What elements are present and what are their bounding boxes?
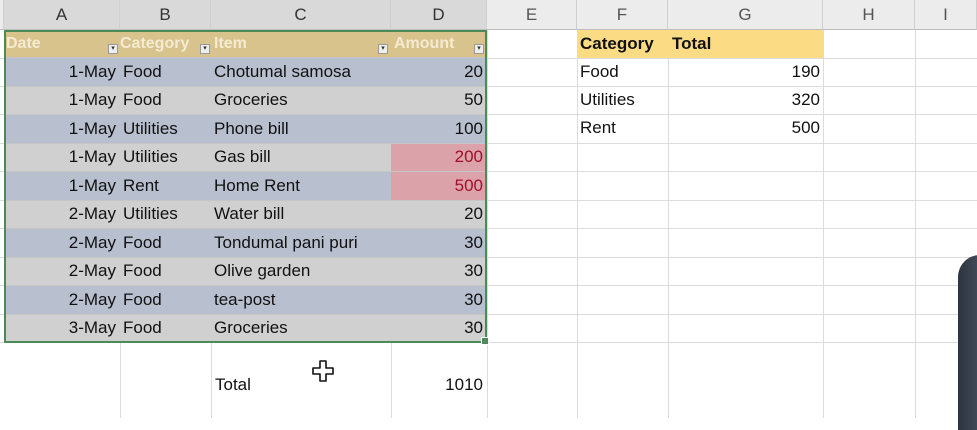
column-header-g[interactable]: G — [668, 0, 823, 30]
table-row: 1-May Rent Home Rent 500 — [4, 172, 487, 201]
cell-item[interactable]: Groceries — [211, 315, 391, 343]
cell-date[interactable]: 1-May — [4, 115, 120, 143]
fill-handle[interactable] — [481, 337, 489, 345]
cell-date[interactable]: 1-May — [4, 87, 120, 115]
cell-category[interactable]: Food — [120, 87, 211, 115]
cell-item[interactable]: Chotumal samosa — [211, 58, 391, 86]
filter-dropdown-icon[interactable]: ▾ — [108, 44, 118, 54]
table-row: 2-May Food Olive garden 30 — [4, 257, 487, 286]
table-row: 1-May Utilities Phone bill 100 — [4, 115, 487, 144]
cell-amount[interactable]: 20 — [391, 201, 487, 229]
cell-category[interactable]: Food — [120, 286, 211, 314]
cell-category[interactable]: Utilities — [120, 115, 211, 143]
cell-date[interactable]: 1-May — [4, 144, 120, 172]
summary-total[interactable]: 190 — [668, 58, 820, 86]
table-row: 1-May Utilities Gas bill 200 — [4, 143, 487, 172]
cell-category[interactable]: Food — [120, 229, 211, 257]
cell-item[interactable]: Home Rent — [211, 172, 391, 200]
cell-category[interactable]: Rent — [120, 172, 211, 200]
cell-date[interactable]: 2-May — [4, 286, 120, 314]
cell-category[interactable]: Food — [120, 58, 211, 86]
cell-date[interactable]: 2-May — [4, 201, 120, 229]
table-row: 3-May Food Groceries 30 — [4, 314, 487, 343]
table-row: 2-May Utilities Water bill 20 — [4, 200, 487, 229]
filter-dropdown-icon[interactable]: ▾ — [474, 44, 484, 54]
cell-category[interactable]: Utilities — [120, 144, 211, 172]
column-header-e[interactable]: E — [487, 0, 577, 30]
cell-amount[interactable]: 30 — [391, 286, 487, 314]
table-row: 1-May Food Groceries 50 — [4, 86, 487, 115]
table-header-row: Date ▾ Category ▾ Item ▾ Amount ▾ — [4, 30, 487, 58]
cell-date[interactable]: 3-May — [4, 315, 120, 343]
cell-amount-highlighted[interactable]: 500 — [391, 172, 487, 200]
cell-amount[interactable]: 30 — [391, 315, 487, 343]
summary-category[interactable]: Utilities — [580, 86, 635, 114]
cell-item[interactable]: Olive garden — [211, 258, 391, 286]
header-item[interactable]: Item — [214, 30, 384, 57]
cell-item[interactable]: Tondumal pani puri — [211, 229, 391, 257]
filter-dropdown-icon[interactable]: ▾ — [200, 44, 210, 54]
cell-item[interactable]: Groceries — [211, 87, 391, 115]
summary-category[interactable]: Rent — [580, 114, 616, 142]
presenter-video-overlay — [958, 255, 977, 430]
table-row: 2-May Food Tondumal pani puri 30 — [4, 229, 487, 258]
cell-date[interactable]: 2-May — [4, 229, 120, 257]
header-amount[interactable]: Amount — [394, 30, 484, 57]
filter-dropdown-icon[interactable]: ▾ — [378, 44, 388, 54]
gridline — [487, 30, 488, 418]
summary-header-total[interactable]: Total — [672, 30, 711, 58]
cell-amount-highlighted[interactable]: 200 — [391, 143, 487, 171]
cell-amount[interactable]: 30 — [391, 258, 487, 286]
summary-total[interactable]: 320 — [668, 86, 820, 114]
column-header-d[interactable]: D — [391, 0, 487, 30]
header-category[interactable]: Category — [120, 30, 211, 57]
column-header-c[interactable]: C — [211, 0, 391, 30]
cell-category[interactable]: Utilities — [120, 201, 211, 229]
cell-date[interactable]: 1-May — [4, 58, 120, 86]
column-header-h[interactable]: H — [823, 0, 915, 30]
cell-item[interactable]: tea-post — [211, 286, 391, 314]
gridline — [823, 30, 824, 418]
column-header-i[interactable]: I — [915, 0, 977, 30]
total-label[interactable]: Total — [215, 371, 251, 399]
summary-total[interactable]: 500 — [668, 114, 820, 142]
cell-date[interactable]: 2-May — [4, 258, 120, 286]
cell-amount[interactable]: 30 — [391, 229, 487, 257]
move-cursor-icon — [312, 360, 334, 382]
cell-item[interactable]: Water bill — [211, 201, 391, 229]
gridline — [577, 30, 578, 418]
cell-date[interactable]: 1-May — [4, 172, 120, 200]
column-header-a[interactable]: A — [4, 0, 120, 30]
column-header-f[interactable]: F — [577, 0, 668, 30]
summary-header-category[interactable]: Category — [580, 30, 654, 58]
column-header-b[interactable]: B — [120, 0, 211, 30]
total-value[interactable]: 1010 — [391, 371, 483, 399]
cell-amount[interactable]: 20 — [391, 58, 487, 86]
table-row: 1-May Food Chotumal samosa 20 — [4, 58, 487, 87]
cell-category[interactable]: Food — [120, 315, 211, 343]
cell-amount[interactable]: 100 — [391, 115, 487, 143]
cell-item[interactable]: Gas bill — [211, 144, 391, 172]
table-row: 2-May Food tea-post 30 — [4, 286, 487, 315]
cell-category[interactable]: Food — [120, 258, 211, 286]
header-date[interactable]: Date — [6, 30, 120, 57]
cell-item[interactable]: Phone bill — [211, 115, 391, 143]
cell-amount[interactable]: 50 — [391, 87, 487, 115]
summary-category[interactable]: Food — [580, 58, 619, 86]
gridline — [915, 30, 916, 418]
